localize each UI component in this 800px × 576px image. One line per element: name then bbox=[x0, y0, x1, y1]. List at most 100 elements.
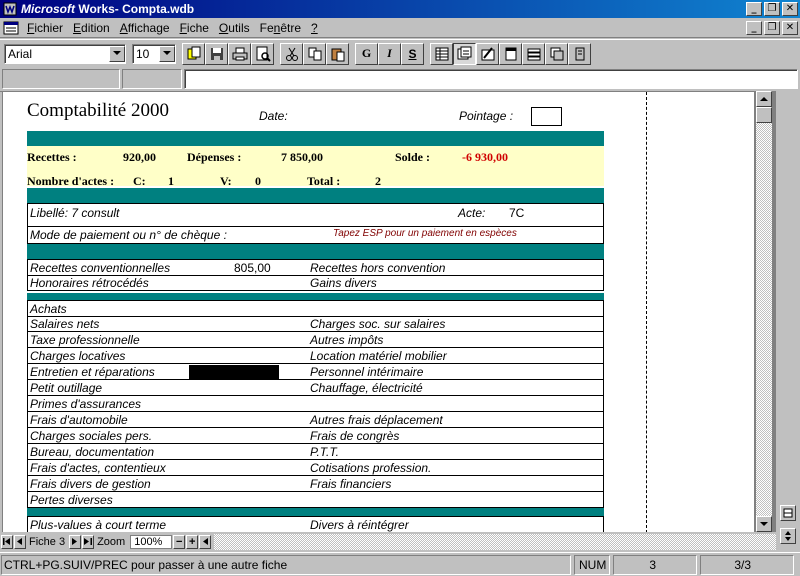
depenses-value[interactable]: 7 850,00 bbox=[281, 150, 323, 165]
bold-button[interactable]: G bbox=[355, 42, 378, 65]
print-button[interactable] bbox=[228, 42, 251, 65]
report-view-button[interactable] bbox=[499, 42, 522, 65]
form-row[interactable]: Taxe professionnelle Autres impôts bbox=[27, 332, 604, 348]
teal-separator bbox=[27, 508, 604, 516]
selected-field[interactable] bbox=[189, 365, 279, 379]
address-book-icon bbox=[575, 47, 584, 60]
date-label: Date: bbox=[259, 109, 288, 123]
form-design-button[interactable] bbox=[476, 42, 499, 65]
save-button[interactable] bbox=[205, 42, 228, 65]
paste-button[interactable] bbox=[326, 42, 349, 65]
form-row[interactable]: Entretien et réparations Personnel intéri… bbox=[27, 364, 604, 380]
libelle-field[interactable]: Libellé: 7 consult bbox=[30, 205, 119, 221]
minimize-button[interactable]: _ bbox=[746, 2, 762, 16]
first-record-button[interactable] bbox=[1, 534, 13, 549]
menu-item-2[interactable]: Edition bbox=[68, 21, 115, 35]
zoom-label: Zoom bbox=[97, 535, 126, 548]
form-row[interactable]: Frais d'actes, contentieux Cotisations pr… bbox=[27, 460, 604, 476]
dropdown-arrow-icon[interactable] bbox=[159, 45, 175, 62]
scroll-down-button[interactable] bbox=[756, 516, 772, 532]
c-value[interactable]: 1 bbox=[168, 174, 174, 189]
form-row[interactable]: Bureau, documentation P.T.T. bbox=[27, 444, 604, 460]
split-view-button[interactable] bbox=[780, 505, 796, 521]
document-icon[interactable] bbox=[3, 21, 19, 35]
form-row[interactable]: Frais divers de gestion Frais financiers bbox=[27, 476, 604, 492]
menu-item-6[interactable]: Fenêtre bbox=[255, 21, 306, 35]
report-icon bbox=[505, 47, 516, 60]
teal-separator bbox=[27, 293, 604, 300]
current-record-indicator: 3 bbox=[613, 554, 697, 575]
zoom-out-button[interactable]: − bbox=[173, 534, 186, 549]
acte-value[interactable]: 7C bbox=[509, 205, 524, 221]
total-value[interactable]: 2 bbox=[375, 174, 381, 189]
doc-close-button[interactable]: ✕ bbox=[782, 21, 798, 35]
navigate-button[interactable] bbox=[780, 528, 796, 544]
form-view-button[interactable] bbox=[453, 42, 476, 65]
zoom-value[interactable]: 100% bbox=[130, 534, 173, 549]
row-label-right: Location matériel mobilier bbox=[310, 349, 447, 363]
form-row[interactable]: Frais d'automobile Autres frais déplaceme… bbox=[27, 412, 604, 428]
paiement-row[interactable]: Mode de paiement ou n° de chèque : bbox=[27, 227, 604, 244]
form-row[interactable]: Pertes diverses bbox=[27, 492, 604, 508]
zoom-in-button[interactable]: + bbox=[186, 534, 199, 549]
next-record-button[interactable] bbox=[69, 534, 82, 549]
page-break-line bbox=[646, 92, 647, 532]
underline-button[interactable]: S bbox=[401, 42, 424, 65]
cut-button[interactable] bbox=[280, 42, 303, 65]
scissors-icon bbox=[285, 47, 298, 61]
insert-record-button[interactable] bbox=[522, 42, 545, 65]
recettes-value[interactable]: 920,00 bbox=[123, 150, 156, 165]
scroll-track[interactable] bbox=[756, 107, 772, 516]
form-row[interactable]: Charges locatives Location matériel mobil… bbox=[27, 348, 604, 364]
libelle-row[interactable]: Libellé: 7 consult Acte: 7C bbox=[27, 203, 604, 227]
title-bar[interactable]: Microsoft Works- Compta.wdb _ ❐ ✕ bbox=[0, 0, 800, 18]
menu-item-7[interactable]: ? bbox=[306, 21, 323, 35]
scroll-thumb[interactable] bbox=[756, 107, 772, 123]
v-value[interactable]: 0 bbox=[255, 174, 261, 189]
scroll-left-button[interactable] bbox=[199, 534, 212, 549]
font-name-combo[interactable]: Arial bbox=[4, 43, 126, 64]
menu-item-4[interactable]: Fiche bbox=[175, 21, 214, 35]
filter-button[interactable] bbox=[545, 42, 568, 65]
form-row[interactable]: Petit outillage Chauffage, électricité bbox=[27, 380, 604, 396]
row-label-left: Salaires nets bbox=[30, 317, 100, 331]
solde-value[interactable]: -6 930,00 bbox=[462, 150, 508, 165]
doc-minimize-button[interactable]: _ bbox=[746, 21, 762, 35]
form-row[interactable]: Honoraires rétrocédés Gains divers bbox=[27, 275, 604, 291]
form-row[interactable]: Charges sociales pers. Frais de congrès bbox=[27, 428, 604, 444]
menu-item-1[interactable]: Fichier bbox=[22, 21, 68, 35]
dropdown-arrow-icon[interactable] bbox=[109, 45, 125, 62]
form-row[interactable]: Salaires nets Charges soc. sur salaires bbox=[27, 316, 604, 332]
copy-button[interactable] bbox=[303, 42, 326, 65]
italic-button[interactable]: I bbox=[378, 42, 401, 65]
clipboard-icon bbox=[331, 48, 344, 61]
toolbar: Arial 10 G I S bbox=[0, 39, 800, 67]
task-launcher-button[interactable] bbox=[182, 42, 205, 65]
horizontal-scrollbar[interactable] bbox=[214, 533, 776, 550]
vertical-scrollbar[interactable] bbox=[756, 91, 774, 532]
form-row[interactable]: Plus-values à court terme Divers à réinté… bbox=[27, 516, 604, 532]
pointage-field[interactable] bbox=[531, 107, 562, 126]
form-row[interactable]: Recettes conventionnelles 805,00 Recettes … bbox=[27, 259, 604, 276]
form-row[interactable]: Primes d'assurances bbox=[27, 396, 604, 412]
scroll-up-button[interactable] bbox=[756, 91, 772, 107]
restore-button[interactable]: ❐ bbox=[764, 2, 780, 16]
last-record-button[interactable] bbox=[82, 534, 95, 549]
doc-restore-button[interactable]: ❐ bbox=[764, 21, 780, 35]
c-label: C: bbox=[133, 174, 146, 188]
record-label: Fiche 3 bbox=[29, 535, 66, 548]
menu-item-5[interactable]: Outils bbox=[214, 21, 255, 35]
entry-input[interactable] bbox=[184, 69, 798, 89]
row-label-left: Entretien et réparations bbox=[30, 365, 155, 379]
form-row[interactable]: Achats bbox=[27, 300, 604, 317]
font-size-combo[interactable]: 10 bbox=[132, 43, 176, 64]
form-view-icon bbox=[457, 46, 471, 59]
print-preview-button[interactable] bbox=[251, 42, 274, 65]
previous-record-button[interactable] bbox=[14, 534, 26, 549]
previous-icon bbox=[17, 538, 22, 545]
menu-item-3[interactable]: Affichage bbox=[115, 21, 175, 35]
address-book-button[interactable] bbox=[568, 42, 591, 65]
list-view-button[interactable] bbox=[430, 42, 453, 65]
row-amount[interactable]: 805,00 bbox=[234, 260, 271, 276]
close-button[interactable]: ✕ bbox=[782, 2, 798, 16]
